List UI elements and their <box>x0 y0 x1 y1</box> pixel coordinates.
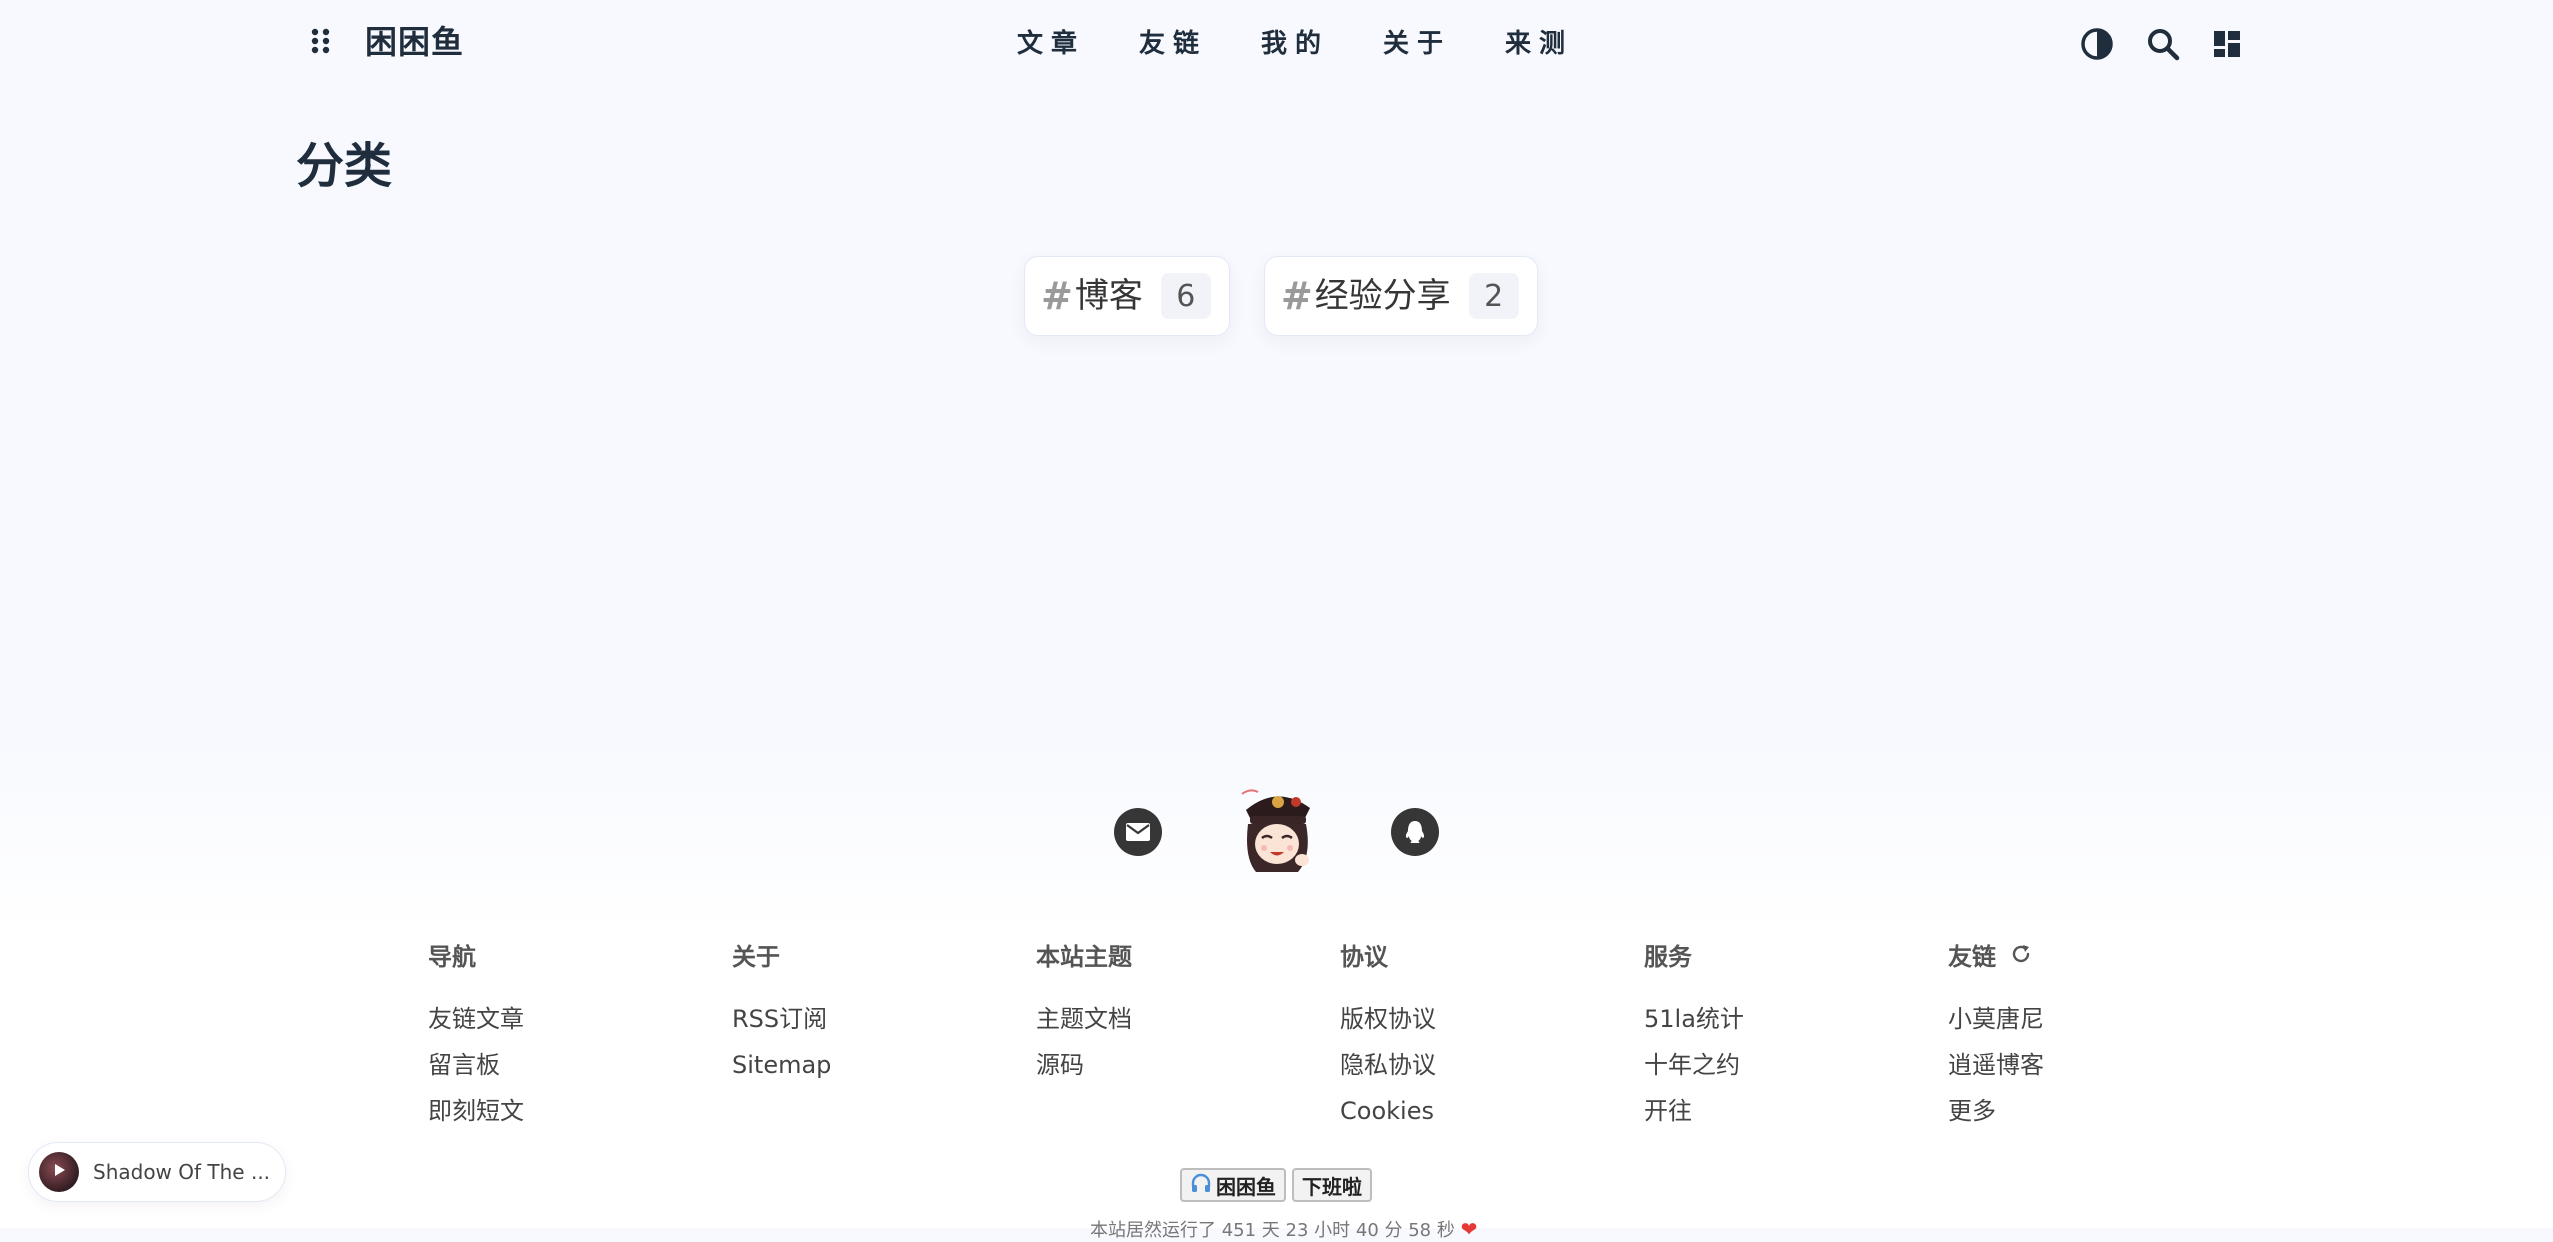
category-name: 经验分享 <box>1314 276 1451 316</box>
footer-link[interactable]: 更多 <box>1948 1088 2252 1134</box>
footer-link[interactable]: 51la统计 <box>1644 996 1948 1042</box>
play-icon[interactable] <box>51 1162 67 1182</box>
footer-column-services: 服务 51la统计 十年之约 开往 <box>1644 940 1948 1134</box>
column-title-row: 友链 <box>1948 940 2252 974</box>
nav-item-mine[interactable]: 我的 <box>1234 22 1356 66</box>
refresh-icon[interactable] <box>2010 940 2032 974</box>
footer-link[interactable]: 即刻短文 <box>428 1088 732 1134</box>
qq-icon[interactable] <box>1391 808 1439 856</box>
nav-item-articles[interactable]: 文章 <box>990 22 1112 66</box>
column-title: 协议 <box>1340 943 1388 971</box>
footer-link[interactable]: 小莫唐尼 <box>1948 996 2252 1042</box>
column-title: 服务 <box>1644 943 1692 971</box>
search-icon[interactable] <box>2146 24 2212 64</box>
avatar[interactable] <box>1232 780 1322 875</box>
badge-label: 困困鱼 <box>1216 1174 1276 1199</box>
footer-column-about: 关于 RSS订阅 Sitemap <box>732 940 1036 1134</box>
theme-toggle-icon[interactable] <box>2080 24 2146 64</box>
site-title[interactable]: 困困鱼 <box>365 20 464 64</box>
heart-icon: ❤ <box>1460 1217 1478 1241</box>
footer-link[interactable]: 隐私协议 <box>1340 1042 1644 1088</box>
hash-icon: # <box>1280 274 1313 318</box>
mail-icon[interactable] <box>1114 808 1162 856</box>
track-title: Shadow Of The ... <box>93 1160 271 1184</box>
dashboard-icon[interactable] <box>2212 24 2278 64</box>
badge-label: 下班啦 <box>1302 1174 1362 1199</box>
footer-columns: 导航 友链文章 留言板 即刻短文 关于 RSS订阅 Sitemap 本站主题 主… <box>428 940 2252 1134</box>
category-chip-experience[interactable]: # 经验分享 2 <box>1263 256 1538 336</box>
headphones-icon <box>1190 1173 1212 1198</box>
album-cover[interactable] <box>39 1152 79 1192</box>
footer-link[interactable]: 主题文档 <box>1036 996 1340 1042</box>
column-title: 本站主题 <box>1036 943 1132 971</box>
social-links <box>0 780 2553 880</box>
nav-item-test[interactable]: 来测 <box>1478 22 1600 66</box>
nav-item-friends[interactable]: 友链 <box>1112 22 1234 66</box>
footer-link[interactable]: 源码 <box>1036 1042 1340 1088</box>
category-chip-blog[interactable]: # 博客 6 <box>1024 256 1230 336</box>
footer-column-friends: 友链 小莫唐尼 逍遥博客 更多 <box>1948 940 2252 1134</box>
footer-link[interactable]: RSS订阅 <box>732 996 1036 1042</box>
footer-link[interactable]: 开往 <box>1644 1088 1948 1134</box>
column-title: 友链 <box>1948 943 1996 971</box>
column-title: 关于 <box>732 943 780 971</box>
footer-link[interactable]: 十年之约 <box>1644 1042 1948 1088</box>
footer: 导航 友链文章 留言板 即刻短文 关于 RSS订阅 Sitemap 本站主题 主… <box>0 740 2553 1241</box>
runtime-label: 本站居然运行了 451 天 23 小时 40 分 58 秒 <box>1090 1220 1455 1241</box>
nav-item-about[interactable]: 关于 <box>1356 22 1478 66</box>
runtime-text: 本站居然运行了 451 天 23 小时 40 分 58 秒 ❤ <box>1090 1216 1477 1242</box>
header-actions <box>2080 24 2278 64</box>
footer-link[interactable]: 留言板 <box>428 1042 732 1088</box>
category-count: 2 <box>1468 273 1519 319</box>
footer-column-navigation: 导航 友链文章 留言板 即刻短文 <box>428 940 732 1134</box>
footer-badges: 困困鱼 下班啦 <box>1180 1168 1372 1202</box>
music-player[interactable]: Shadow Of The ... <box>28 1142 286 1202</box>
column-title: 导航 <box>428 943 476 971</box>
footer-link[interactable]: 版权协议 <box>1340 996 1644 1042</box>
category-count: 6 <box>1160 273 1211 319</box>
main-nav: 文章 友链 我的 关于 来测 <box>990 22 1600 66</box>
category-name: 博客 <box>1074 276 1143 316</box>
footer-link[interactable]: 友链文章 <box>428 996 732 1042</box>
page-title: 分类 <box>296 138 393 194</box>
hash-icon: # <box>1041 274 1073 318</box>
top-nav-bar: 困困鱼 文章 友链 我的 关于 来测 <box>0 0 2553 90</box>
footer-column-theme: 本站主题 主题文档 源码 <box>1036 940 1340 1134</box>
category-list: # 博客 6 # 经验分享 2 <box>1024 256 1538 336</box>
badge-offwork[interactable]: 下班啦 <box>1292 1168 1372 1202</box>
footer-link[interactable]: 逍遥博客 <box>1948 1042 2252 1088</box>
footer-link[interactable]: Sitemap <box>732 1042 1036 1088</box>
menu-grid-icon[interactable] <box>306 26 336 56</box>
footer-column-agreements: 协议 版权协议 隐私协议 Cookies <box>1340 940 1644 1134</box>
footer-link[interactable]: Cookies <box>1340 1088 1644 1134</box>
badge-site[interactable]: 困困鱼 <box>1180 1168 1286 1202</box>
